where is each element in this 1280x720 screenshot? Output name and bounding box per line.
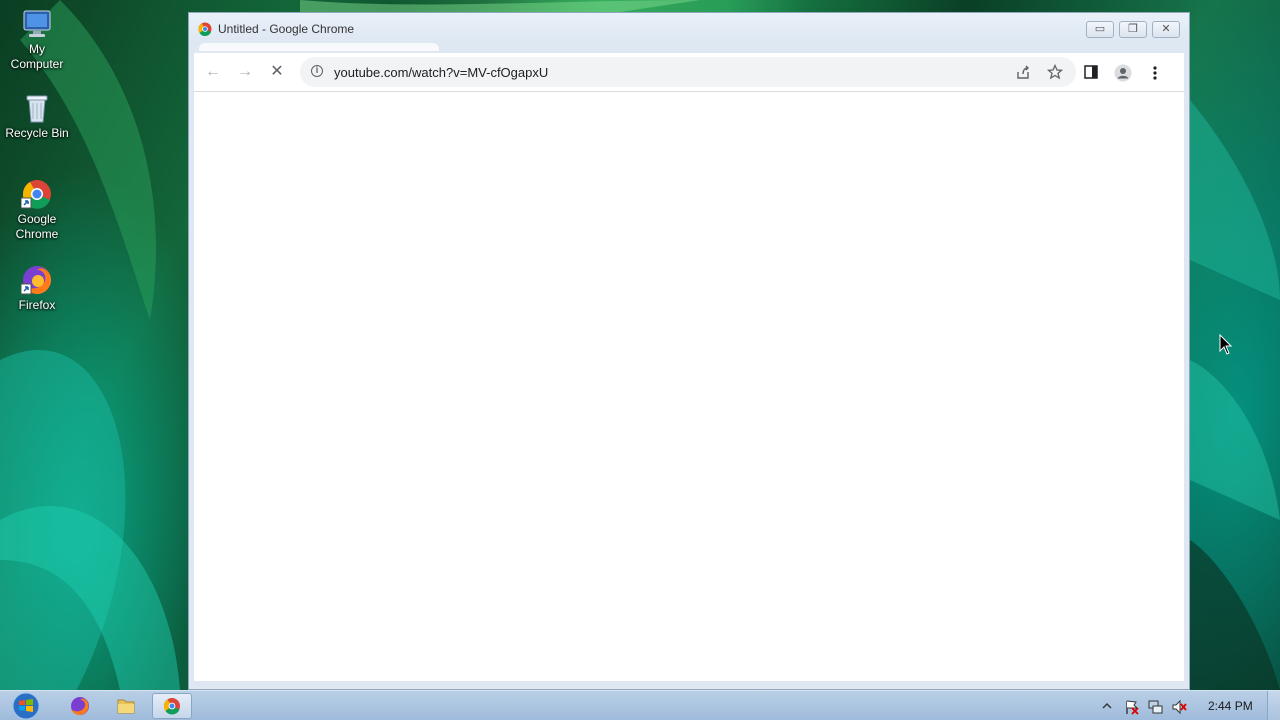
page-content[interactable] (194, 91, 1184, 681)
back-button[interactable]: ← (201, 61, 225, 83)
tab[interactable] (199, 43, 439, 51)
taskbar-file-explorer[interactable] (106, 693, 146, 719)
computer-icon (21, 8, 53, 40)
firefox-icon (20, 264, 53, 296)
desktop-icon-my-computer[interactable]: My Computer (2, 8, 72, 72)
window-title: Untitled - Google Chrome (218, 22, 355, 36)
desktop-icon-label: Google Chrome (15, 212, 59, 241)
mouse-cursor-icon (1219, 333, 1233, 361)
show-desktop-button[interactable] (1267, 691, 1280, 720)
profile-icon[interactable] (1114, 64, 1132, 82)
system-clock[interactable]: 2:44 PM (1208, 699, 1253, 713)
firefox-icon (71, 697, 89, 715)
restore-button[interactable]: ❐ (1119, 21, 1147, 38)
url-text[interactable]: youtube.com/watch?v=MV-cfOgapxU (334, 65, 548, 80)
network-icon[interactable] (1147, 699, 1163, 714)
chrome-icon (163, 698, 180, 715)
desktop-icon-label: Recycle Bin (5, 126, 69, 140)
close-icon: ✕ (1161, 23, 1171, 35)
share-icon[interactable] (1015, 64, 1031, 80)
file-explorer-icon (117, 699, 135, 714)
taskbar: 2:44 PM (0, 690, 1280, 720)
show-hidden-icons-icon[interactable] (1100, 699, 1114, 713)
desktop-icon-google-chrome[interactable]: Google Chrome (2, 178, 72, 242)
stop-loading-icon: ✕ (270, 63, 284, 80)
desktop-icon-recycle-bin[interactable]: Recycle Bin (2, 92, 72, 141)
site-info-icon[interactable]: i (311, 65, 323, 77)
action-center-flag-icon[interactable] (1124, 699, 1139, 715)
restore-icon: ❐ (1128, 23, 1138, 35)
chrome-icon (198, 22, 212, 37)
address-bar[interactable]: i youtube.com/watch?v=MV-cfOgapxU (300, 57, 1076, 87)
taskbar-firefox[interactable] (60, 693, 100, 719)
stop-button[interactable]: ✕ (265, 61, 289, 83)
side-panel-icon[interactable] (1082, 64, 1100, 82)
back-arrow-icon: ← (205, 63, 221, 80)
chrome-window[interactable]: Untitled - Google Chrome ▭ ❐ ✕ ← → ✕ i y… (188, 12, 1190, 690)
tab-strip (189, 43, 1189, 53)
start-button[interactable] (6, 692, 46, 720)
kebab-menu-icon[interactable] (1146, 64, 1164, 82)
desktop-icon-firefox[interactable]: Firefox (2, 264, 72, 313)
minimize-icon: ▭ (1094, 23, 1106, 35)
taskbar-chrome[interactable] (152, 693, 192, 719)
star-icon[interactable] (1046, 63, 1064, 80)
desktop-icon-label: Firefox (18, 298, 56, 312)
forward-button[interactable]: → (233, 61, 257, 83)
browser-toolbar: ← → ✕ i youtube.com/watch?v=MV-cfOgapxU (194, 53, 1184, 91)
forward-arrow-icon: → (237, 63, 253, 80)
volume-muted-icon[interactable] (1171, 699, 1187, 715)
title-bar[interactable]: Untitled - Google Chrome ▭ ❐ ✕ (189, 13, 1189, 45)
chrome-icon (20, 178, 53, 210)
close-button[interactable]: ✕ (1152, 21, 1180, 38)
minimize-button[interactable]: ▭ (1086, 21, 1114, 38)
desktop-icon-label: My Computer (10, 42, 64, 71)
recycle-bin-icon (21, 92, 53, 124)
